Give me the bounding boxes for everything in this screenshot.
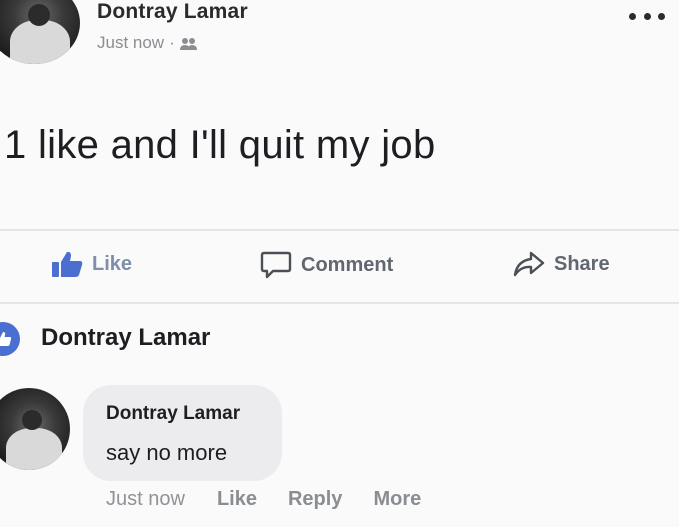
share-button[interactable]: Share bbox=[512, 250, 610, 278]
comment-actions: Just now Like Reply More bbox=[106, 488, 452, 511]
comment-icon bbox=[260, 251, 292, 279]
commenter-avatar[interactable] bbox=[0, 388, 70, 470]
post-meta: Just now · bbox=[97, 33, 198, 53]
comment-like-button[interactable]: Like bbox=[217, 488, 257, 511]
meta-separator: · bbox=[169, 33, 175, 52]
share-icon bbox=[513, 251, 545, 277]
like-label: Like bbox=[92, 252, 133, 275]
like-badge-icon bbox=[0, 322, 20, 356]
comment-bubble: Dontray Lamar say no more bbox=[83, 385, 282, 481]
dot bbox=[629, 12, 636, 20]
post-action-bar: Like Comment Share bbox=[0, 232, 679, 300]
comment-button[interactable]: Comment bbox=[259, 250, 393, 280]
facebook-post-page: Dontray Lamar Just now · 1 like and I'll… bbox=[0, 0, 679, 527]
comment-reply-button[interactable]: Reply bbox=[288, 488, 342, 511]
more-options-icon[interactable] bbox=[629, 8, 665, 24]
divider-top bbox=[0, 229, 679, 231]
avatar-shirt bbox=[10, 20, 70, 64]
like-button[interactable]: Like bbox=[50, 250, 132, 278]
reactor-name[interactable]: Dontray Lamar bbox=[41, 324, 210, 352]
comment-author-name[interactable]: Dontray Lamar bbox=[106, 403, 240, 425]
avatar-face bbox=[22, 410, 42, 430]
avatar-face bbox=[28, 4, 50, 26]
comment-text: say no more bbox=[106, 440, 228, 465]
dot bbox=[643, 12, 651, 20]
post-author-avatar[interactable] bbox=[0, 0, 80, 64]
dot bbox=[658, 12, 665, 20]
post-text: 1 like and I'll quit my job bbox=[4, 123, 436, 167]
divider-bottom bbox=[0, 302, 679, 304]
share-label: Share bbox=[554, 252, 610, 275]
thumbs-up-icon bbox=[52, 251, 83, 277]
comment-label: Comment bbox=[301, 253, 394, 276]
avatar-shirt bbox=[6, 428, 62, 470]
post-header: Dontray Lamar Just now · bbox=[0, 0, 679, 72]
friends-icon[interactable] bbox=[179, 36, 198, 50]
comment-timestamp[interactable]: Just now bbox=[106, 488, 185, 511]
post-author-name[interactable]: Dontray Lamar bbox=[97, 0, 248, 24]
comment-more-button[interactable]: More bbox=[373, 488, 421, 511]
post-timestamp[interactable]: Just now bbox=[97, 33, 164, 53]
